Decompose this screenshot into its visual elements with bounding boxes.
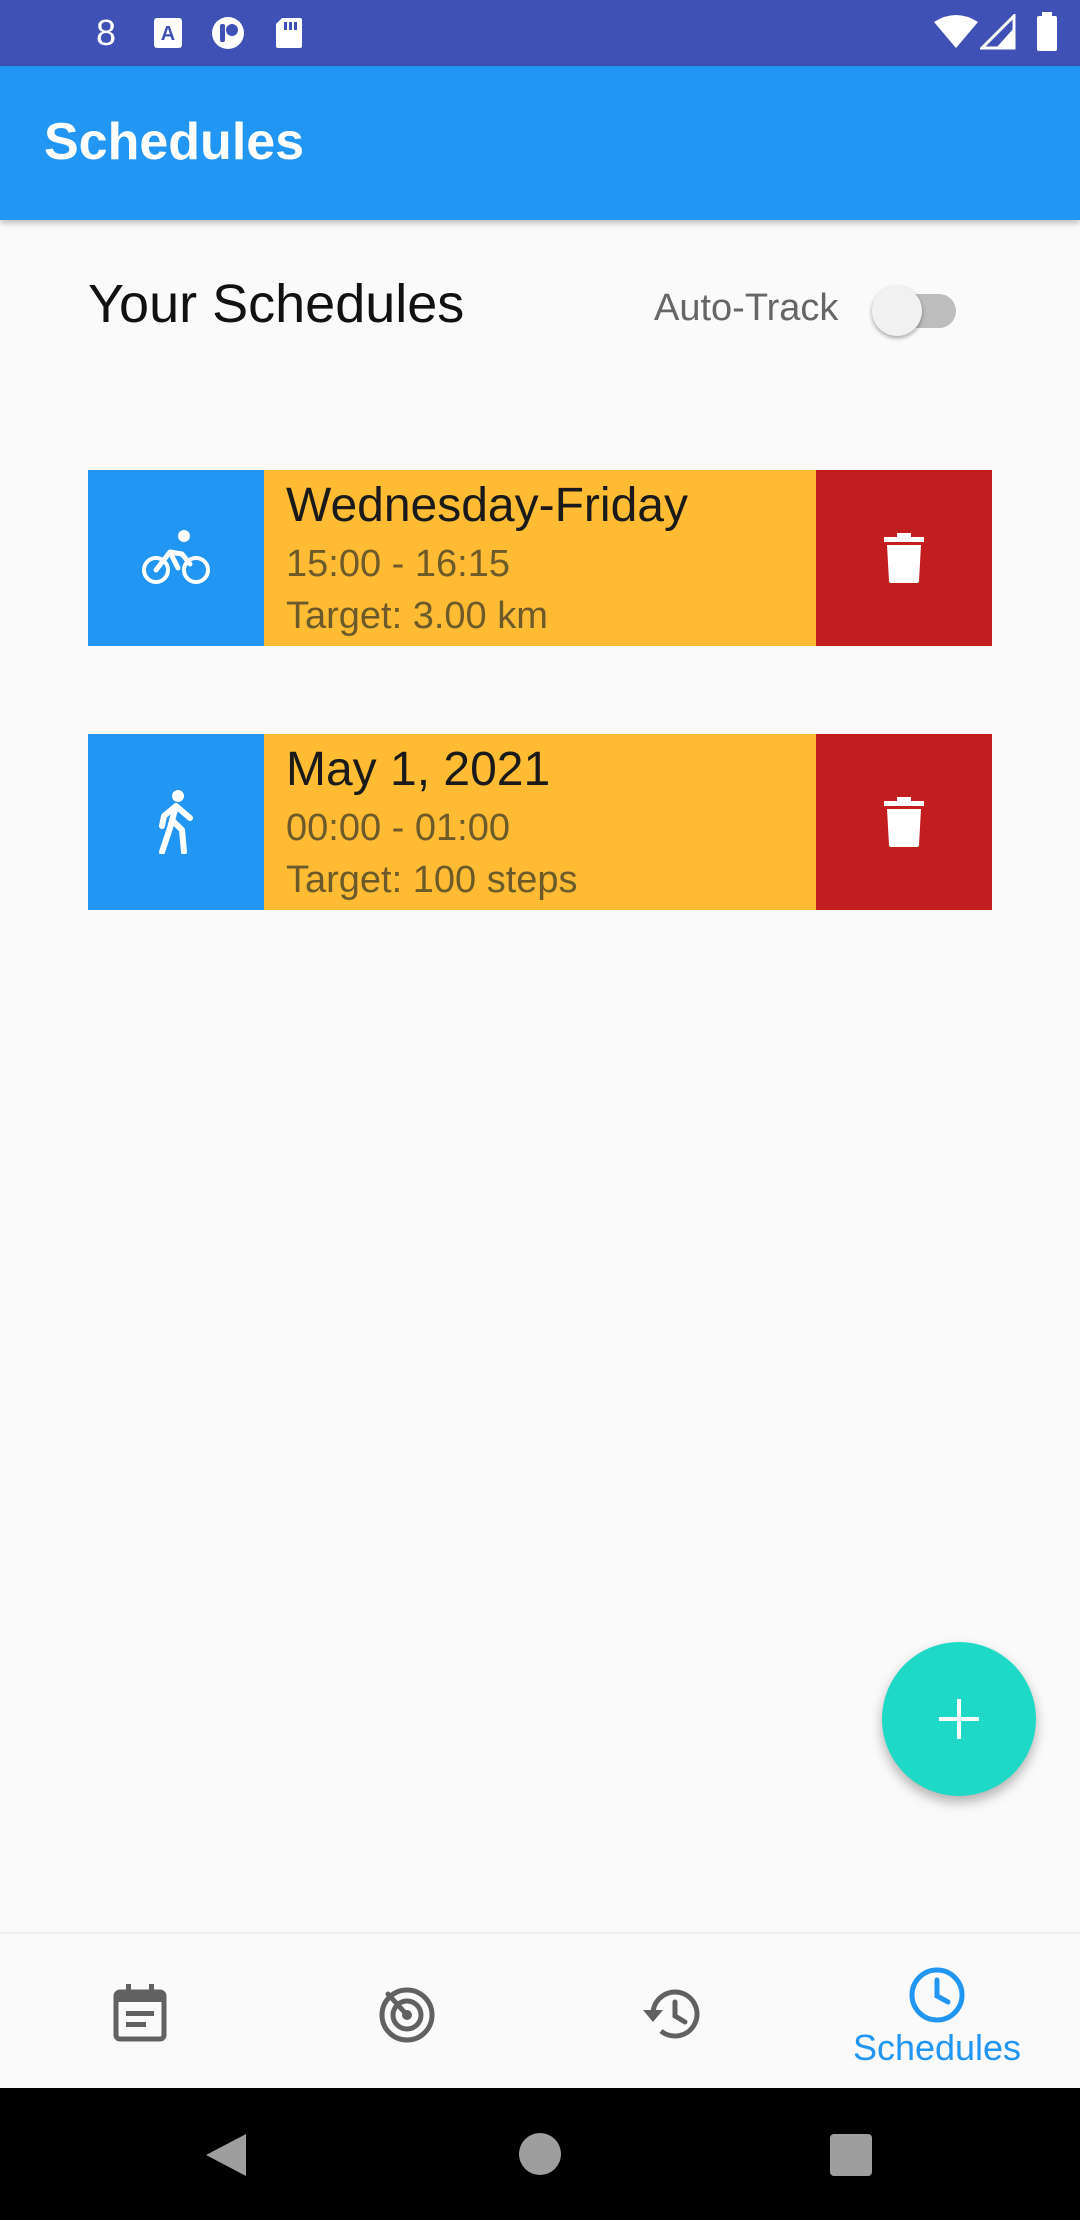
nav-item-plans[interactable] bbox=[5, 1934, 275, 2090]
nav-item-history[interactable] bbox=[537, 1934, 807, 2090]
calendar-note-icon bbox=[113, 1984, 167, 2042]
app-bar: Schedules bbox=[0, 66, 1080, 220]
recents-icon[interactable] bbox=[830, 2134, 872, 2176]
schedule-title: May 1, 2021 bbox=[286, 743, 551, 796]
svg-text:A: A bbox=[161, 23, 175, 45]
walk-icon bbox=[88, 734, 264, 910]
clock-icon bbox=[909, 1967, 965, 2023]
system-navigation-bar bbox=[0, 2088, 1080, 2220]
status-time: 8 bbox=[96, 12, 117, 53]
home-icon[interactable] bbox=[518, 2132, 562, 2176]
radar-icon bbox=[379, 1987, 435, 2043]
bottom-navigation: Schedules bbox=[0, 1932, 1080, 2090]
section-title: Your Schedules bbox=[88, 274, 465, 334]
status-bar: 8 A bbox=[0, 0, 1080, 66]
plus-icon bbox=[939, 1699, 979, 1739]
schedule-title: Wednesday-Friday bbox=[286, 479, 688, 532]
trash-icon bbox=[884, 797, 924, 847]
battery-icon bbox=[1036, 12, 1058, 57]
app-title: Schedules bbox=[44, 113, 305, 171]
switch-thumb bbox=[872, 286, 922, 336]
nav-item-tracker[interactable] bbox=[272, 1934, 542, 2090]
delete-button[interactable] bbox=[816, 734, 992, 910]
bike-icon bbox=[88, 470, 264, 646]
schedule-time: 15:00 - 16:15 bbox=[286, 543, 510, 585]
nav-label-schedules: Schedules bbox=[852, 2027, 1022, 2068]
delete-button[interactable] bbox=[816, 470, 992, 646]
a-notification-icon: A bbox=[152, 16, 184, 55]
wifi-icon bbox=[934, 14, 978, 55]
schedule-details[interactable]: May 1, 2021 00:00 - 01:00 Target: 100 st… bbox=[264, 734, 816, 910]
schedule-time: 00:00 - 01:00 bbox=[286, 807, 510, 849]
schedule-card[interactable]: Wednesday-Friday 15:00 - 16:15 Target: 3… bbox=[88, 470, 992, 646]
add-schedule-button[interactable] bbox=[882, 1642, 1036, 1796]
schedule-card[interactable]: May 1, 2021 00:00 - 01:00 Target: 100 st… bbox=[88, 734, 992, 910]
auto-track-switch[interactable] bbox=[872, 280, 962, 336]
auto-track-label: Auto-Track bbox=[654, 287, 839, 329]
trash-icon bbox=[884, 533, 924, 583]
app-notification-icon bbox=[208, 16, 248, 55]
schedule-target: Target: 3.00 km bbox=[286, 595, 548, 637]
schedule-details[interactable]: Wednesday-Friday 15:00 - 16:15 Target: 3… bbox=[264, 470, 816, 646]
cell-signal-icon bbox=[978, 12, 1016, 55]
history-icon bbox=[643, 1989, 700, 2039]
nav-item-schedules[interactable]: Schedules bbox=[802, 1934, 1072, 2090]
back-icon[interactable] bbox=[204, 2132, 248, 2178]
schedule-target: Target: 100 steps bbox=[286, 859, 578, 901]
sd-card-icon bbox=[274, 16, 304, 55]
